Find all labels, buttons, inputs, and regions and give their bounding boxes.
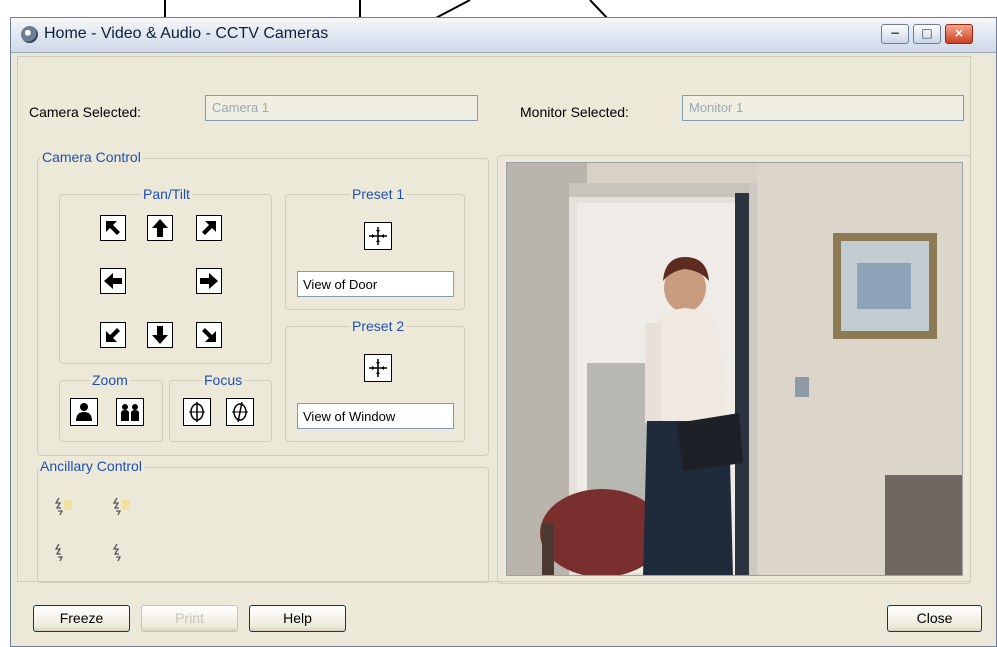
pan-up-left-button[interactable] (100, 215, 126, 241)
preset1-go-button[interactable] (364, 222, 392, 250)
print-button[interactable]: Print (141, 605, 238, 632)
lamp-on-icon[interactable] (52, 495, 74, 517)
focus-legend: Focus (202, 372, 245, 388)
zoom-legend: Zoom (90, 372, 130, 388)
pan-tilt-legend: Pan/Tilt (141, 186, 192, 202)
arrow-down-icon (152, 326, 168, 344)
arrow-up-right-icon (202, 221, 216, 235)
arrow-up-icon (152, 219, 168, 237)
person-single-icon (76, 403, 92, 421)
move-to-preset-icon (369, 227, 387, 245)
zoom-out-button[interactable] (116, 398, 144, 426)
app-icon (21, 26, 38, 43)
focus-far-icon (232, 401, 248, 423)
pan-down-right-button[interactable] (196, 322, 222, 348)
close-window-button[interactable]: × (945, 24, 973, 44)
camera-video-image (507, 163, 962, 575)
zoom-in-button[interactable] (70, 398, 98, 426)
preset2-name-field[interactable]: View of Window (297, 403, 454, 429)
freeze-button[interactable]: Freeze (33, 605, 130, 632)
ancillary-control-group: Ancillary Control (37, 458, 489, 583)
move-to-preset-icon (369, 359, 387, 377)
window-title: Home - Video & Audio - CCTV Cameras (44, 25, 329, 42)
pan-up-right-button[interactable] (196, 215, 222, 241)
tilt-up-button[interactable] (147, 215, 173, 241)
arrow-right-icon (200, 273, 218, 289)
pan-down-left-button[interactable] (100, 322, 126, 348)
preset2-go-button[interactable] (364, 354, 392, 382)
camera-control-legend: Camera Control (40, 149, 143, 165)
monitor-selected-field[interactable]: Monitor 1 (682, 95, 964, 121)
lamp-off-icon[interactable] (110, 541, 132, 563)
pan-left-button[interactable] (100, 268, 126, 294)
focus-near-button[interactable] (183, 398, 211, 426)
focus-near-icon (189, 402, 205, 422)
arrow-down-left-icon (106, 328, 120, 342)
focus-far-button[interactable] (226, 398, 254, 426)
preset1-legend: Preset 1 (350, 186, 407, 202)
ancillary-control-legend: Ancillary Control (38, 458, 144, 474)
camera-selected-field[interactable]: Camera 1 (205, 95, 478, 121)
camera-video-feed (506, 162, 963, 576)
lamp-on-icon[interactable] (110, 495, 132, 517)
close-button[interactable]: Close (887, 605, 982, 632)
arrow-left-icon (104, 273, 122, 289)
camera-selected-label: Camera Selected: (29, 104, 142, 120)
preset1-name-field[interactable]: View of Door (297, 271, 454, 297)
title-bar: Home - Video & Audio - CCTV Cameras − □ … (11, 18, 996, 53)
people-pair-icon (121, 404, 139, 421)
arrow-up-left-icon (106, 221, 120, 235)
monitor-selected-label: Monitor Selected: (520, 104, 629, 120)
minimize-button[interactable]: − (881, 24, 909, 44)
arrow-down-right-icon (202, 328, 216, 342)
help-button[interactable]: Help (249, 605, 346, 632)
tilt-down-button[interactable] (147, 322, 173, 348)
lamp-off-icon[interactable] (52, 541, 74, 563)
preset2-legend: Preset 2 (350, 318, 407, 334)
maximize-button[interactable]: □ (913, 24, 941, 44)
pan-right-button[interactable] (196, 268, 222, 294)
